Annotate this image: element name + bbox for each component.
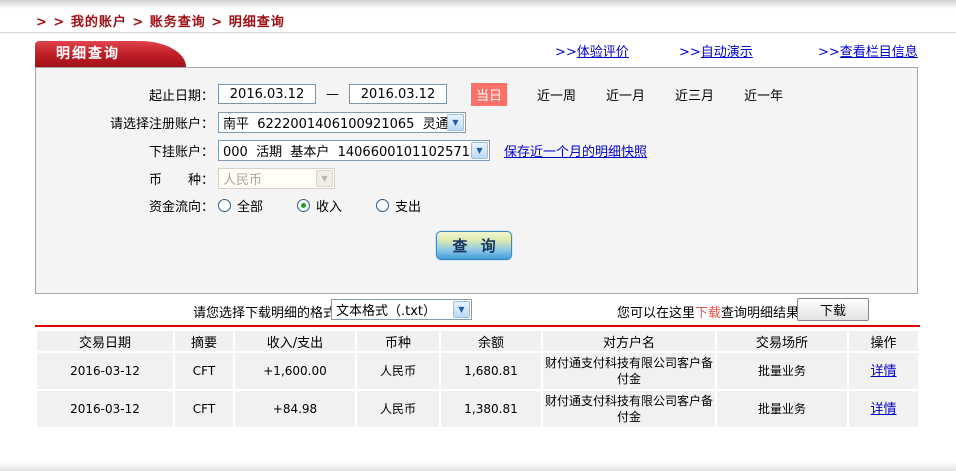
flow-option-income[interactable]: 收入 — [297, 196, 342, 215]
cell-counterparty: 财付通支付科技有限公司客户备付金 — [543, 391, 715, 427]
dropdown-arrow-icon[interactable]: ▼ — [447, 114, 464, 131]
cell-date: 2016-03-12 — [37, 391, 173, 427]
col-header-balance: 余额 — [441, 331, 541, 351]
download-hint-emphasis: 下载 — [695, 306, 721, 321]
quick-range-month[interactable]: 近一月 — [606, 85, 645, 104]
cell-date: 2016-03-12 — [37, 353, 173, 389]
date-range-dash: — — [326, 87, 339, 102]
col-header-amount: 收入/支出 — [235, 331, 355, 351]
dropdown-arrow-icon[interactable]: ▼ — [453, 301, 470, 318]
download-button[interactable]: 下载 — [797, 298, 869, 321]
detail-query-page: > > 我的账户 > 账务查询 > 明细查询 明细查询 >>体验评价 >>自动演… — [0, 0, 956, 471]
breadcrumb-divider — [0, 32, 956, 33]
chevron-prefix: >> — [679, 45, 701, 60]
currency-label: 币 种： — [36, 169, 214, 188]
currency-select: 人民币 ▼ — [218, 168, 335, 189]
transactions-table: 交易日期 摘要 收入/支出 币种 余额 对方户名 交易场所 操作 2016-03… — [35, 329, 920, 429]
date-range-row: 起止日期： — 当日 近一周 近一月 近三月 近一年 — [36, 83, 917, 105]
table-row: 2016-03-12 CFT +1,600.00 人民币 1,680.81 财付… — [37, 353, 918, 389]
table-row: 2016-03-12 CFT +84.98 人民币 1,380.81 财付通支付… — [37, 391, 918, 427]
sub-account-select[interactable]: 000 活期 基本户 1406600101102571848 ▼ — [218, 140, 490, 161]
col-header-venue: 交易场所 — [717, 331, 847, 351]
top-gradient — [0, 0, 956, 9]
download-format-select[interactable]: 文本格式（.txt） ▼ — [331, 299, 472, 320]
download-format-label: 请您选择下载明细的格式 — [193, 302, 336, 321]
col-header-currency: 币种 — [357, 331, 439, 351]
cell-balance: 1,380.81 — [441, 391, 541, 427]
cell-amount: +1,600.00 — [235, 353, 355, 389]
detail-link[interactable]: 详情 — [870, 364, 896, 379]
quick-range-week[interactable]: 近一周 — [537, 85, 576, 104]
detail-link[interactable]: 详情 — [870, 402, 896, 417]
date-to-input[interactable] — [349, 84, 447, 104]
sub-account-row: 下挂账户： 000 活期 基本户 1406600101102571848 ▼ 保… — [36, 139, 917, 161]
chevron-prefix: >> — [818, 45, 840, 60]
radio-icon[interactable] — [218, 199, 231, 212]
dropdown-arrow-icon[interactable]: ▼ — [471, 142, 488, 159]
register-account-row: 请选择注册账户： 南平 6222001406100921065 灵通卡 ▼ — [36, 111, 917, 133]
link-view-column-info[interactable]: >>查看栏目信息 — [818, 41, 918, 60]
query-form-panel: 起止日期： — 当日 近一周 近一月 近三月 近一年 请选择注册账户： 南平 6… — [35, 67, 918, 294]
fund-flow-row: 资金流向： 全部 收入 支出 — [36, 194, 917, 216]
currency-row: 币 种： 人民币 ▼ — [36, 167, 917, 189]
col-header-action: 操作 — [849, 331, 918, 351]
quick-range-quarter[interactable]: 近三月 — [675, 85, 714, 104]
link-experience-review[interactable]: >>体验评价 — [555, 41, 629, 60]
cell-summary: CFT — [175, 391, 233, 427]
radio-icon[interactable] — [376, 199, 389, 212]
cell-venue: 批量业务 — [717, 391, 847, 427]
cell-counterparty: 财付通支付科技有限公司客户备付金 — [543, 353, 715, 389]
save-snapshot-link[interactable]: 保存近一个月的明细快照 — [504, 141, 647, 160]
flow-option-expense[interactable]: 支出 — [376, 196, 421, 215]
fund-flow-label: 资金流向： — [36, 196, 214, 215]
cell-action: 详情 — [849, 391, 918, 427]
red-divider — [35, 325, 920, 327]
radio-checked-icon[interactable] — [297, 199, 310, 212]
register-account-select[interactable]: 南平 6222001406100921065 灵通卡 ▼ — [218, 112, 466, 133]
register-account-label: 请选择注册账户： — [36, 113, 214, 132]
cell-action: 详情 — [849, 353, 918, 389]
col-header-counterparty: 对方户名 — [543, 331, 715, 351]
sub-account-label: 下挂账户： — [36, 141, 214, 160]
col-header-date: 交易日期 — [37, 331, 173, 351]
tab-detail-query[interactable]: 明细查询 — [35, 41, 141, 67]
query-button[interactable]: 查 询 — [436, 231, 512, 260]
chevron-prefix: >> — [555, 45, 577, 60]
breadcrumb[interactable]: > > 我的账户 > 账务查询 > 明细查询 — [36, 11, 285, 30]
cell-currency: 人民币 — [357, 353, 439, 389]
col-header-summary: 摘要 — [175, 331, 233, 351]
cell-venue: 批量业务 — [717, 353, 847, 389]
flow-option-all[interactable]: 全部 — [218, 196, 263, 215]
cell-amount: +84.98 — [235, 391, 355, 427]
cell-balance: 1,680.81 — [441, 353, 541, 389]
cell-summary: CFT — [175, 353, 233, 389]
date-from-input[interactable] — [218, 84, 316, 104]
table-header-row: 交易日期 摘要 收入/支出 币种 余额 对方户名 交易场所 操作 — [37, 331, 918, 351]
bottom-gradient — [0, 462, 956, 471]
download-hint: 您可以在这里下载查询明细结果 — [617, 302, 799, 321]
quick-range-year[interactable]: 近一年 — [744, 85, 783, 104]
link-auto-demo[interactable]: >>自动演示 — [679, 41, 753, 60]
date-range-label: 起止日期： — [36, 85, 214, 104]
dropdown-arrow-icon: ▼ — [316, 170, 333, 187]
quick-range-today[interactable]: 当日 — [471, 83, 507, 106]
cell-currency: 人民币 — [357, 391, 439, 427]
